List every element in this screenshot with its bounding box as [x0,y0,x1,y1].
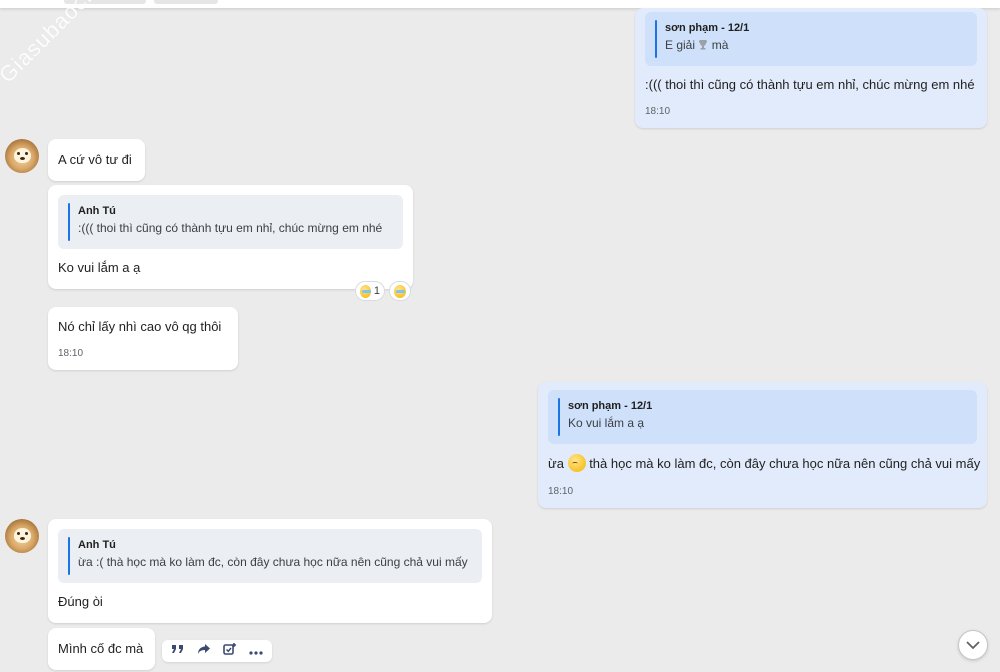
quote-text: Ko vui lắm a ạ [568,416,645,430]
forward-icon[interactable] [196,642,212,660]
quote-text: :((( thoi thì cũng có thành tựu em nhỉ, … [78,221,383,235]
top-bar [0,0,1000,8]
top-tab-stub[interactable] [154,0,218,4]
teary-face-icon [394,284,406,298]
message-incoming[interactable]: Mình cố đc mà [48,628,155,670]
message-text-start: ừa [548,456,564,471]
quote-icon[interactable] [170,642,186,660]
quote-text-end: mà [711,38,729,52]
sad-face-icon [567,454,586,472]
reaction-count: 1 [373,285,380,297]
message-incoming[interactable]: Nó chỉ lấy nhì cao vô qg thôi 18:10 [48,307,238,370]
message-time: 18:10 [645,106,671,117]
message-text: Đúng òi [58,594,103,609]
message-text: Mình cố đc mà [58,641,144,656]
reply-quote[interactable]: Anh Tú ừa :( thà học mà ko làm đc, còn đ… [58,529,482,583]
quote-author: Anh Tú [78,205,116,217]
message-actions-toolbar [162,640,272,662]
quote-author: Anh Tú [78,539,116,551]
chevron-down-icon [966,641,980,649]
message-incoming[interactable]: Anh Tú ừa :( thà học mà ko làm đc, còn đ… [48,519,492,623]
message-incoming[interactable]: Anh Tú :((( thoi thì cũng có thành tựu e… [48,185,413,289]
reply-quote[interactable]: sơn phạm - 12/1 E giải mà [645,12,977,66]
reaction-chip[interactable]: 1 [355,281,385,301]
avatar[interactable] [5,519,39,553]
avatar[interactable] [5,139,39,173]
teary-face-icon [360,284,371,298]
scroll-to-bottom-button[interactable] [958,630,988,660]
quote-text: ừa :( thà học mà ko làm đc, còn đây chưa… [78,555,468,569]
message-text: A cứ vô tư đi [58,152,132,167]
message-outgoing[interactable]: sơn phạm - 12/1 E giải mà :((( thoi thì … [635,8,987,128]
reply-quote[interactable]: Anh Tú :((( thoi thì cũng có thành tựu e… [58,195,403,249]
message-time: 18:10 [58,348,84,359]
message-incoming[interactable]: A cứ vô tư đi [48,139,145,181]
watermark: Giasubaochau.net [0,0,150,88]
quote-author: sơn phạm - 12/1 [665,22,750,34]
message-text-end: thà học mà ko làm đc, còn đây chưa học n… [589,456,981,471]
quote-text: E giải mà [665,36,967,54]
message-text: Nó chỉ lấy nhì cao vô qg thôi [58,319,222,334]
reply-quote[interactable]: sơn phạm - 12/1 Ko vui lắm a ạ [548,390,977,444]
quote-author: sơn phạm - 12/1 [568,400,653,412]
more-icon[interactable] [248,642,264,660]
add-reaction-button[interactable] [389,281,411,301]
quote-text-start: E giải [665,38,696,52]
message-time: 18:10 [548,486,574,497]
trophy-icon [699,40,708,50]
message-text: ừa thà học mà ko làm đc, còn đây chưa họ… [548,454,980,473]
add-task-icon[interactable] [222,642,238,661]
message-outgoing[interactable]: sơn phạm - 12/1 Ko vui lắm a ạ ừa thà họ… [538,382,987,508]
message-text: :((( thoi thì cũng có thành tựu em nhỉ, … [645,77,975,92]
message-text: Ko vui lắm a ạ [58,260,141,275]
